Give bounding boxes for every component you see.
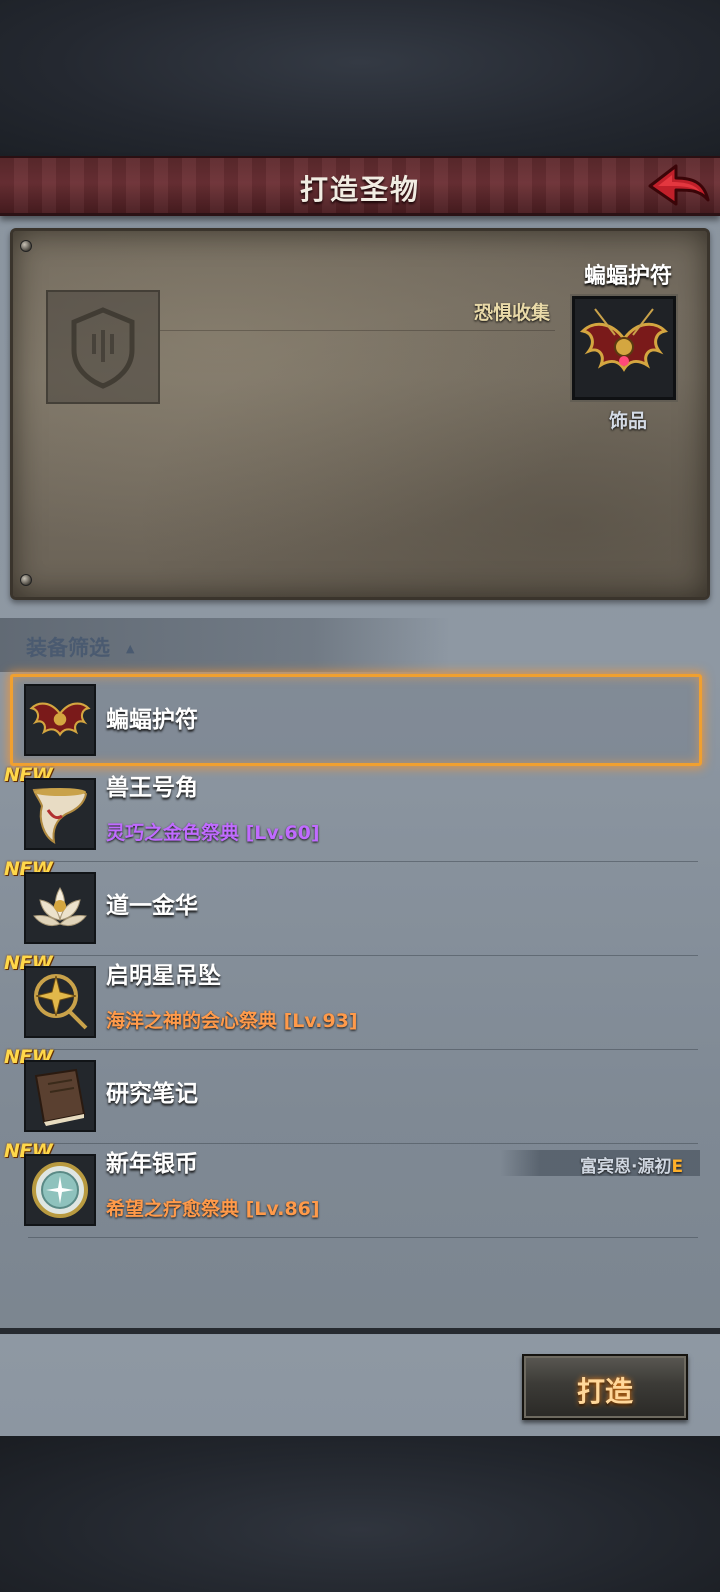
item-name: 蝙蝠护符: [106, 707, 198, 733]
silver-coin-icon: [32, 1162, 88, 1218]
shield-icon: [71, 307, 135, 389]
item-icon-slot: [24, 778, 96, 850]
star-pendant-icon: [34, 974, 88, 1030]
bat-amulet-icon: [579, 308, 669, 372]
red-arrow-back-icon: [648, 164, 710, 206]
item-event: 灵巧之金色祭典 [Lv.60]: [106, 822, 320, 844]
list-item[interactable]: NEW 启明星吊坠 海洋之神的会心祭典 [Lv.93]: [0, 952, 720, 1050]
caret-up-icon: ▲: [126, 642, 135, 655]
list-item[interactable]: NEW 新年银币 希望之疗愈祭典 [Lv.86]: [0, 1140, 720, 1238]
craft-button[interactable]: 打造: [522, 1354, 688, 1420]
notebook-icon: [34, 1068, 86, 1126]
page-title: 打造圣物: [299, 173, 420, 206]
item-icon-slot: [24, 1060, 96, 1132]
material-slot[interactable]: [46, 290, 160, 404]
equipment-filter[interactable]: 装备筛选 ▲: [0, 618, 450, 672]
title-bar: 打造圣物: [0, 156, 720, 216]
row-divider: [28, 1237, 698, 1238]
item-event: 海洋之神的会心祭典 [Lv.93]: [106, 1010, 358, 1032]
filter-label: 装备筛选: [26, 636, 110, 660]
slot-divider: [160, 330, 555, 331]
result-slot[interactable]: [572, 296, 676, 400]
top-background: [0, 0, 720, 156]
rivet: [20, 240, 32, 252]
rivet: [20, 574, 32, 586]
collection-label: 恐惧收集: [473, 302, 550, 324]
result-name: 蝙蝠护符: [583, 264, 672, 289]
item-name: 研究笔记: [106, 1081, 198, 1107]
result-type: 饰品: [608, 410, 647, 432]
lotus-icon: [33, 887, 87, 927]
list-item[interactable]: NEW 兽王号角 灵巧之金色祭典 [Lv.60]: [0, 764, 720, 862]
horn-icon: [32, 788, 88, 844]
item-name: 新年银币: [106, 1151, 198, 1177]
item-icon-slot: [24, 966, 96, 1038]
bat-amulet-icon: [29, 702, 91, 737]
item-name: 启明星吊坠: [106, 963, 221, 989]
item-name: 道一金华: [106, 893, 198, 919]
item-icon-slot: [24, 872, 96, 944]
list-item[interactable]: 蝙蝠护符: [0, 674, 720, 768]
bottom-background: [0, 1436, 720, 1592]
back-button[interactable]: [646, 160, 712, 214]
item-icon-slot: [24, 1154, 96, 1226]
item-event: 希望之疗愈祭典 [Lv.86]: [106, 1198, 320, 1220]
list-item[interactable]: NEW 道一金华: [0, 858, 720, 956]
item-icon-slot: [24, 684, 96, 756]
list-item[interactable]: NEW 研究笔记: [0, 1046, 720, 1144]
craft-button-label: 打造: [576, 1375, 633, 1408]
item-name: 兽王号角: [106, 775, 198, 801]
